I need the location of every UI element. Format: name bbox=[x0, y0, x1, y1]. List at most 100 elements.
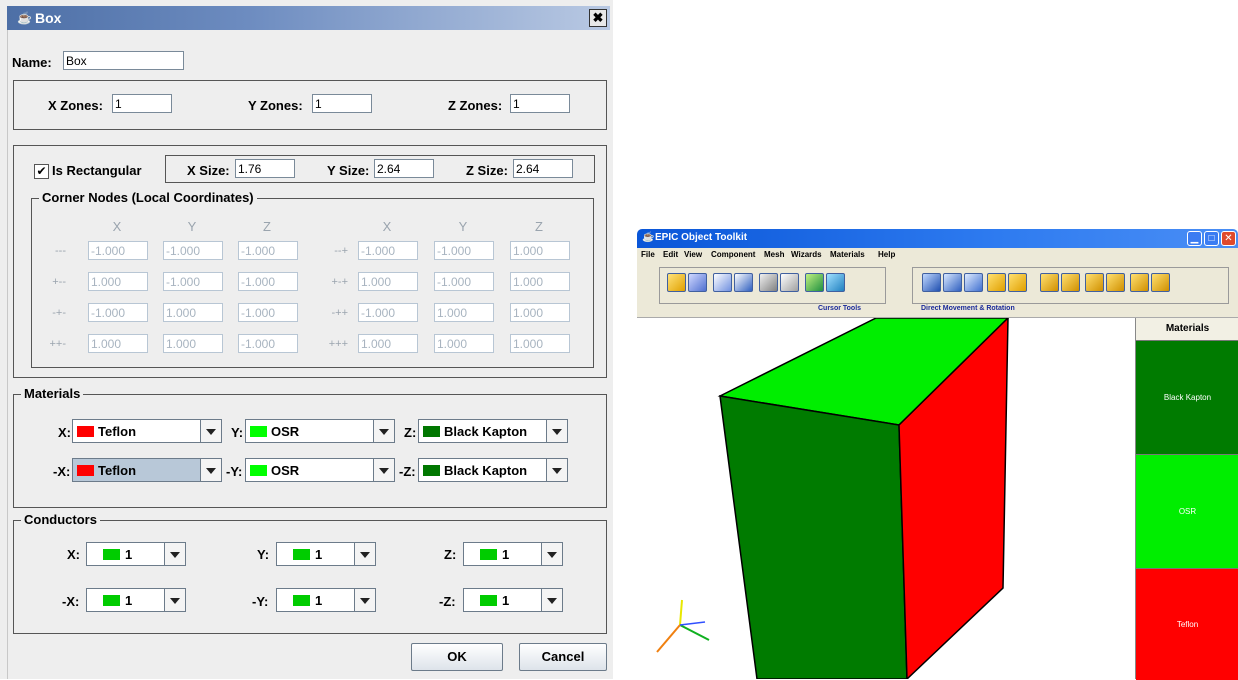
node-z-field: 1.000 bbox=[510, 334, 570, 353]
node-z-field: -1.000 bbox=[238, 272, 298, 291]
rotate-cw-icon[interactable] bbox=[1151, 273, 1170, 292]
cond-y-combo[interactable]: 1 bbox=[276, 542, 376, 566]
mat-z-combo[interactable]: Black Kapton bbox=[418, 419, 568, 443]
material-teflon[interactable]: Teflon bbox=[1136, 568, 1238, 680]
ok-button[interactable]: OK bbox=[411, 643, 503, 671]
chevron-down-icon[interactable] bbox=[541, 542, 563, 566]
cond-neg-x-combo[interactable]: 1 bbox=[86, 588, 186, 612]
materials-legend: Materials bbox=[21, 386, 84, 401]
mat-x-combo[interactable]: Teflon bbox=[72, 419, 222, 443]
x-zones-field[interactable]: 1 bbox=[112, 94, 172, 113]
chevron-down-icon[interactable] bbox=[164, 588, 186, 612]
node-x-field: 1.000 bbox=[88, 334, 148, 353]
select-face-icon[interactable] bbox=[688, 273, 707, 292]
name-field[interactable]: Box bbox=[63, 51, 184, 70]
menu-wizards[interactable]: Wizards bbox=[791, 250, 822, 259]
move-all-icon[interactable] bbox=[943, 273, 962, 292]
crosshair-icon[interactable] bbox=[805, 273, 824, 292]
color-swatch bbox=[293, 549, 310, 560]
col-header-y: Y bbox=[187, 219, 197, 234]
mat-x-label: X: bbox=[58, 425, 71, 440]
dialog-title-bar[interactable]: ☕ Box ✖ bbox=[7, 6, 610, 30]
menu-materials[interactable]: Materials bbox=[830, 250, 865, 259]
maximize-icon[interactable]: □ bbox=[1204, 231, 1219, 246]
x-zones-label: X Zones: bbox=[48, 98, 103, 113]
menu-mesh[interactable]: Mesh bbox=[764, 250, 784, 259]
close-icon[interactable]: ✖ bbox=[589, 9, 607, 27]
materials-panel: Materials Black Kapton OSR Teflon bbox=[1135, 318, 1238, 680]
close-icon[interactable]: ✕ bbox=[1221, 231, 1236, 246]
3d-viewport[interactable] bbox=[637, 318, 1135, 679]
color-swatch bbox=[77, 426, 94, 437]
cond-neg-z-value: 1 bbox=[502, 593, 510, 608]
cond-x-label: X: bbox=[67, 547, 80, 562]
chevron-down-icon[interactable] bbox=[541, 588, 563, 612]
node-y-field: -1.000 bbox=[163, 241, 223, 260]
node-label: --- bbox=[55, 245, 66, 257]
mat-neg-y-combo[interactable]: OSR bbox=[245, 458, 395, 482]
material-osr[interactable]: OSR bbox=[1136, 454, 1238, 568]
rotate-ccw-icon[interactable] bbox=[1130, 273, 1149, 292]
y-zones-field[interactable]: 1 bbox=[312, 94, 372, 113]
rotate-y-icon[interactable] bbox=[1061, 273, 1080, 292]
chevron-down-icon[interactable] bbox=[373, 458, 395, 482]
chevron-down-icon[interactable] bbox=[354, 588, 376, 612]
rotate-neg-icon[interactable] bbox=[1106, 273, 1125, 292]
mat-y-combo[interactable]: OSR bbox=[245, 419, 395, 443]
node-label: -++ bbox=[331, 307, 348, 319]
chevron-down-icon[interactable] bbox=[546, 419, 568, 443]
minimize-icon[interactable]: ▁ bbox=[1187, 231, 1202, 246]
rotate-z-icon[interactable] bbox=[1085, 273, 1104, 292]
node-z-field: -1.000 bbox=[238, 241, 298, 260]
move-left-icon[interactable] bbox=[922, 273, 941, 292]
rotate-x-icon[interactable] bbox=[1040, 273, 1059, 292]
menu-view[interactable]: View bbox=[684, 250, 702, 259]
y-size-field[interactable]: 2.64 bbox=[374, 159, 434, 178]
cond-y-label: Y: bbox=[257, 547, 270, 562]
node-x-field: 1.000 bbox=[88, 272, 148, 291]
select-node-icon[interactable] bbox=[734, 273, 753, 292]
movement-caption: Direct Movement & Rotation bbox=[921, 305, 1015, 312]
chevron-down-icon[interactable] bbox=[354, 542, 376, 566]
cond-x-combo[interactable]: 1 bbox=[86, 542, 186, 566]
x-size-field[interactable]: 1.76 bbox=[235, 159, 295, 178]
menu-help[interactable]: Help bbox=[878, 250, 895, 259]
center-icon[interactable] bbox=[1008, 273, 1027, 292]
cond-neg-z-combo[interactable]: 1 bbox=[463, 588, 563, 612]
chevron-down-icon[interactable] bbox=[546, 458, 568, 482]
node-x-field: -1.000 bbox=[358, 303, 418, 322]
globe-icon[interactable] bbox=[826, 273, 845, 292]
z-size-field[interactable]: 2.64 bbox=[513, 159, 573, 178]
node-y-field: -1.000 bbox=[163, 272, 223, 291]
mat-neg-x-combo[interactable]: Teflon bbox=[72, 458, 222, 482]
cancel-button[interactable]: Cancel bbox=[519, 643, 607, 671]
node-x-field: -1.000 bbox=[88, 241, 148, 260]
material-black-kapton[interactable]: Black Kapton bbox=[1136, 340, 1238, 454]
move-diagonal-icon[interactable] bbox=[964, 273, 983, 292]
mat-z-value: Black Kapton bbox=[444, 424, 528, 439]
mat-neg-z-label: -Z: bbox=[399, 464, 416, 479]
cond-neg-y-combo[interactable]: 1 bbox=[276, 588, 376, 612]
menu-edit[interactable]: Edit bbox=[663, 250, 678, 259]
chevron-down-icon[interactable] bbox=[200, 458, 222, 482]
mat-neg-z-combo[interactable]: Black Kapton bbox=[418, 458, 568, 482]
mat-x-value: Teflon bbox=[98, 424, 137, 439]
box-select-icon[interactable] bbox=[780, 273, 799, 292]
chevron-down-icon[interactable] bbox=[373, 419, 395, 443]
select-edge-icon[interactable] bbox=[713, 273, 732, 292]
mesh-select-icon[interactable] bbox=[759, 273, 778, 292]
is-rectangular-checkbox[interactable]: ✔ bbox=[34, 164, 49, 179]
chevron-down-icon[interactable] bbox=[164, 542, 186, 566]
z-zones-field[interactable]: 1 bbox=[510, 94, 570, 113]
x-size-label: X Size: bbox=[187, 163, 230, 178]
menu-file[interactable]: File bbox=[641, 250, 655, 259]
scale-icon[interactable] bbox=[987, 273, 1006, 292]
menu-bar: File Edit View Component Mesh Wizards Ma… bbox=[637, 248, 1238, 264]
chevron-down-icon[interactable] bbox=[200, 419, 222, 443]
color-swatch bbox=[293, 595, 310, 606]
cond-z-combo[interactable]: 1 bbox=[463, 542, 563, 566]
app-title-bar[interactable]: ☕ EPIC Object Toolkit ▁ □ ✕ bbox=[637, 229, 1238, 248]
menu-component[interactable]: Component bbox=[711, 250, 755, 259]
epic-toolkit-window: ☕ EPIC Object Toolkit ▁ □ ✕ File Edit Vi… bbox=[637, 229, 1238, 680]
select-component-icon[interactable] bbox=[667, 273, 686, 292]
